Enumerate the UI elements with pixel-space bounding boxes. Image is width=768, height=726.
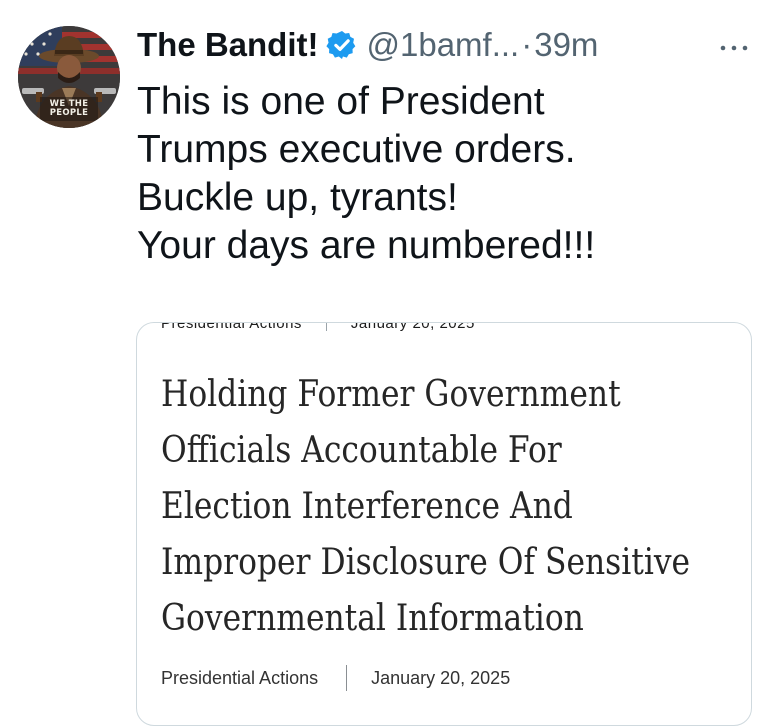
card-meta: Presidential Actions January 20, 2025 xyxy=(161,664,510,692)
card-title-line: Election Interference And xyxy=(161,486,573,527)
card-title: Holding Former Government Officials Acco… xyxy=(161,367,735,647)
tweet[interactable]: WE THE PEOPLE The Bandit! @1bamf... · 39… xyxy=(0,0,768,726)
tweet-text-line: Your days are numbered!!! xyxy=(137,224,596,267)
avatar[interactable]: WE THE PEOPLE xyxy=(18,26,120,128)
tweet-text: This is one of President Trumps executiv… xyxy=(137,78,757,270)
user-handle[interactable]: @1bamf... xyxy=(366,26,519,64)
more-options-icon[interactable] xyxy=(719,40,749,51)
tweet-text-line: This is one of President xyxy=(137,80,545,123)
tweet-header: The Bandit! @1bamf... · 39m xyxy=(137,22,598,68)
avatar-caption-line2: PEOPLE xyxy=(49,108,89,118)
card-cropped-header: Presidential Actions January 20, 2025 xyxy=(161,322,475,332)
tweet-text-line: Trumps executive orders. xyxy=(137,128,576,171)
separator-dot: · xyxy=(521,26,533,63)
card-title-line: Holding Former Government xyxy=(161,374,621,415)
timestamp[interactable]: 39m xyxy=(534,26,598,64)
card-title-line: Officials Accountable For xyxy=(161,430,562,471)
verified-badge-icon xyxy=(326,29,358,61)
card-title-line: Improper Disclosure Of Sensitive xyxy=(161,542,691,583)
display-name[interactable]: The Bandit! xyxy=(137,26,318,64)
card-title-line: Governmental Information xyxy=(161,598,584,639)
card-category: Presidential Actions xyxy=(161,667,319,688)
card-divider xyxy=(325,323,327,331)
card-cropped-category: Presidential Actions xyxy=(161,322,302,332)
card-meta-divider xyxy=(346,665,348,691)
avatar-caption: WE THE PEOPLE xyxy=(18,100,120,118)
card-cropped-date: January 20, 2025 xyxy=(350,322,475,332)
attached-image-card[interactable]: Presidential Actions January 20, 2025 Ho… xyxy=(136,322,752,726)
tweet-text-line: Buckle up, tyrants! xyxy=(137,176,458,219)
card-date: January 20, 2025 xyxy=(371,667,511,688)
